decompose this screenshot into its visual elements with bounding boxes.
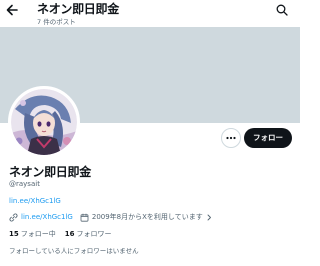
post-count: 7 件のポスト	[37, 18, 76, 26]
chevron-right-icon[interactable]	[205, 213, 213, 222]
profile-website-link[interactable]: lin.ee/XhGc1lG	[21, 213, 73, 221]
top-bar: ネオン即日即金 7 件のポスト	[0, 0, 300, 27]
avatar-image	[11, 89, 77, 155]
bio-link[interactable]: lin.ee/XhGc1lG	[9, 197, 61, 205]
following-stat[interactable]: 15 フォロー中	[9, 230, 56, 238]
followers-count: 16	[64, 230, 75, 238]
back-arrow-icon[interactable]	[5, 2, 19, 18]
ellipsis-icon	[226, 136, 236, 140]
avatar[interactable]	[8, 86, 80, 158]
mutual-followers-note: フォローしている人にフォロワーはいません	[9, 247, 139, 255]
profile-display-name: ネオン即日即金	[9, 165, 91, 179]
profile-meta: lin.ee/XhGc1lG 2009年8月からXを利用しています	[9, 211, 213, 223]
more-options-button[interactable]	[221, 128, 241, 148]
search-icon[interactable]	[276, 4, 288, 16]
follow-button[interactable]: フォロー	[244, 128, 292, 148]
joined-date: 2009年8月からXを利用しています	[91, 213, 203, 221]
followers-label: フォロワー	[76, 230, 112, 238]
profile-handle: @raysait	[9, 180, 40, 188]
follow-stats: 15 フォロー中 16 フォロワー	[9, 229, 112, 239]
following-label: フォロー中	[20, 230, 56, 238]
page-title: ネオン即日即金	[37, 2, 119, 16]
following-count: 15	[9, 230, 19, 238]
link-icon	[9, 212, 18, 222]
followers-stat[interactable]: 16 フォロワー	[65, 230, 112, 238]
calendar-icon	[80, 213, 89, 222]
